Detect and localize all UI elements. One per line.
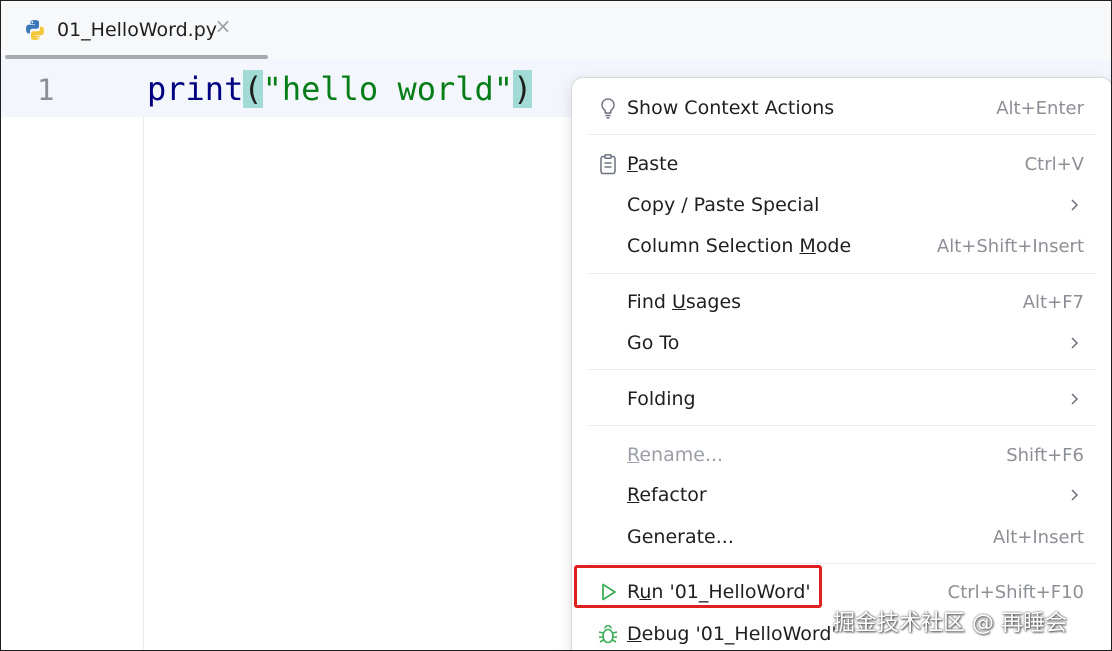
menu-item-label: Generate... [627, 526, 734, 548]
line-number: 1 [37, 73, 55, 107]
menu-item-shortcut: Shift+F6 [1006, 444, 1084, 466]
chevron-right-icon [1071, 393, 1079, 405]
chevron-right-icon [1071, 337, 1079, 349]
menu-item-show-context-actions[interactable]: Show Context Actions Alt+Enter [586, 88, 1098, 128]
menu-item-label: Show Context Actions [627, 97, 835, 119]
menu-item-label: Rename... [627, 444, 724, 466]
tab-file-name: 01_HelloWord.py [57, 19, 218, 41]
debug-bug-icon [598, 624, 618, 644]
menu-separator [588, 425, 1096, 426]
chevron-right-icon [1071, 199, 1079, 211]
menu-item-shortcut: Alt+Shift+Insert [936, 235, 1084, 257]
ide-window: 01_HelloWord.py × 1 print("hello world")… [0, 0, 1112, 651]
tab-close-icon[interactable]: × [213, 13, 233, 39]
menu-item-find-usages[interactable]: Find Usages Alt+F7 [586, 282, 1098, 322]
menu-item-label: Debug '01_HelloWord' [627, 623, 837, 645]
lightbulb-icon [601, 98, 615, 119]
menu-separator [588, 563, 1096, 564]
menu-item-column-selection-mode[interactable]: Column Selection Mode Alt+Shift+Insert [586, 226, 1098, 266]
menu-item-label: Refactor [627, 484, 707, 506]
code-keyword: print [147, 70, 244, 108]
code-string: "hello world" [262, 70, 514, 108]
menu-item-label: Folding [627, 388, 696, 410]
menu-item-label: Paste [627, 153, 679, 175]
menu-item-copy-paste-special[interactable]: Copy / Paste Special [586, 185, 1098, 225]
python-icon [26, 20, 44, 40]
menu-item-folding[interactable]: Folding [586, 379, 1098, 419]
menu-separator [588, 369, 1096, 370]
menu-item-label: Column Selection Mode [627, 235, 852, 257]
menu-item-generate[interactable]: Generate... Alt+Insert [586, 517, 1098, 557]
menu-item-shortcut: Ctrl+V [1024, 153, 1084, 175]
editor-tab[interactable]: 01_HelloWord.py [23, 15, 217, 45]
menu-item-go-to[interactable]: Go To [586, 323, 1098, 363]
menu-item-shortcut: Alt+F7 [1022, 291, 1084, 313]
code-open-paren: ( [243, 70, 263, 108]
code-line[interactable]: print("hello world") [147, 70, 533, 108]
menu-separator [588, 273, 1096, 274]
code-close-paren: ) [513, 70, 533, 108]
chevron-right-icon [1071, 489, 1079, 501]
menu-separator [588, 134, 1096, 135]
watermark-text: 掘金技术社区 @ 再睡会 [833, 611, 1067, 636]
menu-item-shortcut: Ctrl+Shift+F10 [947, 581, 1084, 603]
run-item-highlight-box [574, 565, 822, 608]
menu-item-shortcut: Alt+Enter [996, 97, 1084, 119]
menu-item-refactor[interactable]: Refactor [586, 475, 1098, 515]
menu-item-paste[interactable]: Paste Ctrl+V [586, 144, 1098, 184]
menu-item-label: Copy / Paste Special [627, 194, 820, 216]
editor-tab-bar: 01_HelloWord.py × [1, 1, 1111, 59]
menu-item-label: Go To [627, 332, 680, 354]
gutter-separator [143, 117, 144, 650]
menu-item-label: Find Usages [627, 291, 742, 313]
menu-item-rename: Rename... Shift+F6 [586, 435, 1098, 475]
menu-item-shortcut: Alt+Insert [992, 526, 1084, 548]
clipboard-icon [600, 154, 616, 175]
